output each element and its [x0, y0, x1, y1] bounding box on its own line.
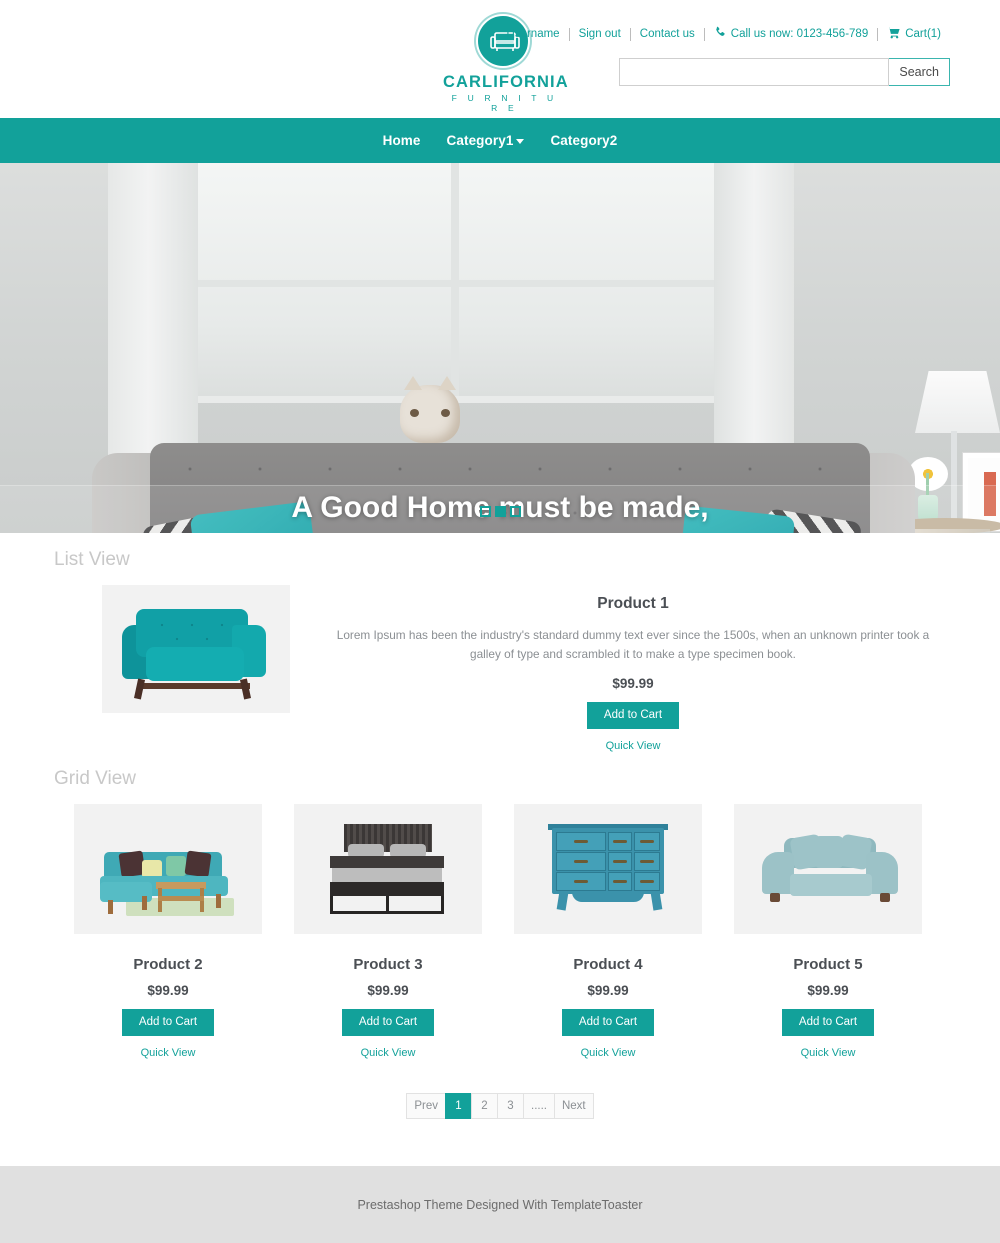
main-navigation: Home Category1 Category2 — [0, 118, 1000, 163]
product-3-add-to-cart-button[interactable]: Add to Cart — [341, 1009, 435, 1037]
nav-item-category1[interactable]: Category1 — [447, 133, 525, 148]
search-input[interactable] — [619, 58, 890, 86]
cart-label: Cart(1) — [905, 28, 941, 40]
carousel-dot-3[interactable] — [509, 506, 521, 517]
carousel-indicators — [0, 506, 1000, 517]
nav-label: Home — [382, 133, 421, 148]
product-3-image[interactable] — [294, 804, 482, 935]
cart-link[interactable]: Cart(1) — [878, 26, 950, 42]
hero-carousel: A Good Home must be made, not Bought. — [0, 163, 1000, 533]
chevron-down-icon — [516, 139, 525, 144]
product-2-image[interactable] — [74, 804, 262, 935]
list-product-row: Product 1 Lorem Ipsum has been the indus… — [0, 571, 1000, 752]
pagination-page-2[interactable]: 2 — [471, 1093, 497, 1120]
pagination-prev[interactable]: Prev — [406, 1093, 445, 1120]
product-2-quick-view-link[interactable]: Quick View — [74, 1047, 262, 1059]
utility-nav: Username Sign out Contact us Call us now… — [507, 26, 950, 42]
username-link[interactable]: Username — [507, 28, 569, 40]
product-1-quick-view-link[interactable]: Quick View — [330, 740, 936, 752]
product-3-quick-view-link[interactable]: Quick View — [294, 1047, 482, 1059]
pagination-next[interactable]: Next — [553, 1093, 594, 1120]
product-1-title: Product 1 — [597, 595, 669, 612]
product-5-image[interactable] — [734, 804, 922, 935]
pagination-page-1[interactable]: 1 — [445, 1093, 471, 1120]
product-1-add-to-cart-button[interactable]: Add to Cart — [586, 702, 680, 730]
site-footer: Prestashop Theme Designed With TemplateT… — [0, 1166, 1000, 1243]
product-card: Product 4 $99.99 Add to Cart Quick View — [514, 804, 702, 1059]
cart-icon — [887, 26, 901, 42]
product-3-title: Product 3 — [353, 956, 423, 974]
product-1-description: Lorem Ipsum has been the industry's stan… — [336, 628, 930, 662]
pagination: Prev 1 2 3 ..... Next — [0, 1093, 1000, 1120]
site-header: CARLIFORNIA F U R N I T U R E Username S… — [0, 0, 1000, 118]
nav-label: Category2 — [550, 133, 618, 148]
search-button[interactable]: Search — [889, 58, 950, 86]
grid-view-title: Grid View — [54, 768, 137, 790]
product-4-price: $99.99 — [587, 983, 629, 999]
call-us-label: Call us now: 0123-456-789 — [730, 28, 869, 40]
footer-credit-text: Prestashop Theme Designed With TemplateT… — [357, 1197, 643, 1212]
product-3-price: $99.99 — [367, 983, 409, 999]
product-5-price: $99.99 — [807, 983, 849, 999]
product-4-add-to-cart-button[interactable]: Add to Cart — [561, 1009, 655, 1037]
hero-image — [0, 163, 1000, 533]
product-5-quick-view-link[interactable]: Quick View — [734, 1047, 922, 1059]
pagination-ellipsis: ..... — [523, 1093, 554, 1120]
list-view-title: List View — [54, 549, 130, 570]
call-us-link[interactable]: Call us now: 0123-456-789 — [705, 26, 877, 42]
carousel-dot-1[interactable] — [479, 506, 491, 517]
product-1-price: $99.99 — [612, 676, 654, 692]
product-2-price: $99.99 — [147, 983, 189, 999]
product-2-add-to-cart-button[interactable]: Add to Cart — [121, 1009, 215, 1037]
nav-label: Category1 — [446, 133, 514, 148]
product-4-title: Product 4 — [573, 956, 643, 974]
product-5-add-to-cart-button[interactable]: Add to Cart — [781, 1009, 875, 1037]
hero-caption-line2: not Bought. — [0, 528, 1000, 533]
pagination-page-3[interactable]: 3 — [497, 1093, 523, 1120]
sign-out-link[interactable]: Sign out — [570, 28, 630, 40]
product-card: Product 3 $99.99 Add to Cart Quick View — [294, 804, 482, 1059]
nav-item-home[interactable]: Home — [383, 133, 421, 148]
product-4-quick-view-link[interactable]: Quick View — [514, 1047, 702, 1059]
carousel-dot-2[interactable] — [494, 506, 506, 517]
logo-name: CARLIFORNIA — [443, 73, 569, 91]
product-1-info: Product 1 Lorem Ipsum has been the indus… — [290, 585, 950, 752]
product-card: Product 2 $99.99 Add to Cart Quick View — [74, 804, 262, 1059]
product-card: Product 5 $99.99 Add to Cart Quick View — [734, 804, 922, 1059]
phone-icon — [714, 26, 727, 42]
product-5-title: Product 5 — [793, 956, 863, 974]
nav-item-category2[interactable]: Category2 — [550, 133, 617, 148]
logo-subtitle: F U R N I T U R E — [451, 93, 558, 114]
product-2-title: Product 2 — [133, 956, 203, 974]
contact-us-link[interactable]: Contact us — [631, 28, 704, 40]
product-1-image[interactable] — [102, 585, 290, 713]
product-grid: Product 2 $99.99 Add to Cart Quick View … — [0, 790, 1000, 1059]
product-4-image[interactable] — [514, 804, 702, 935]
search-bar: Search — [619, 58, 950, 86]
